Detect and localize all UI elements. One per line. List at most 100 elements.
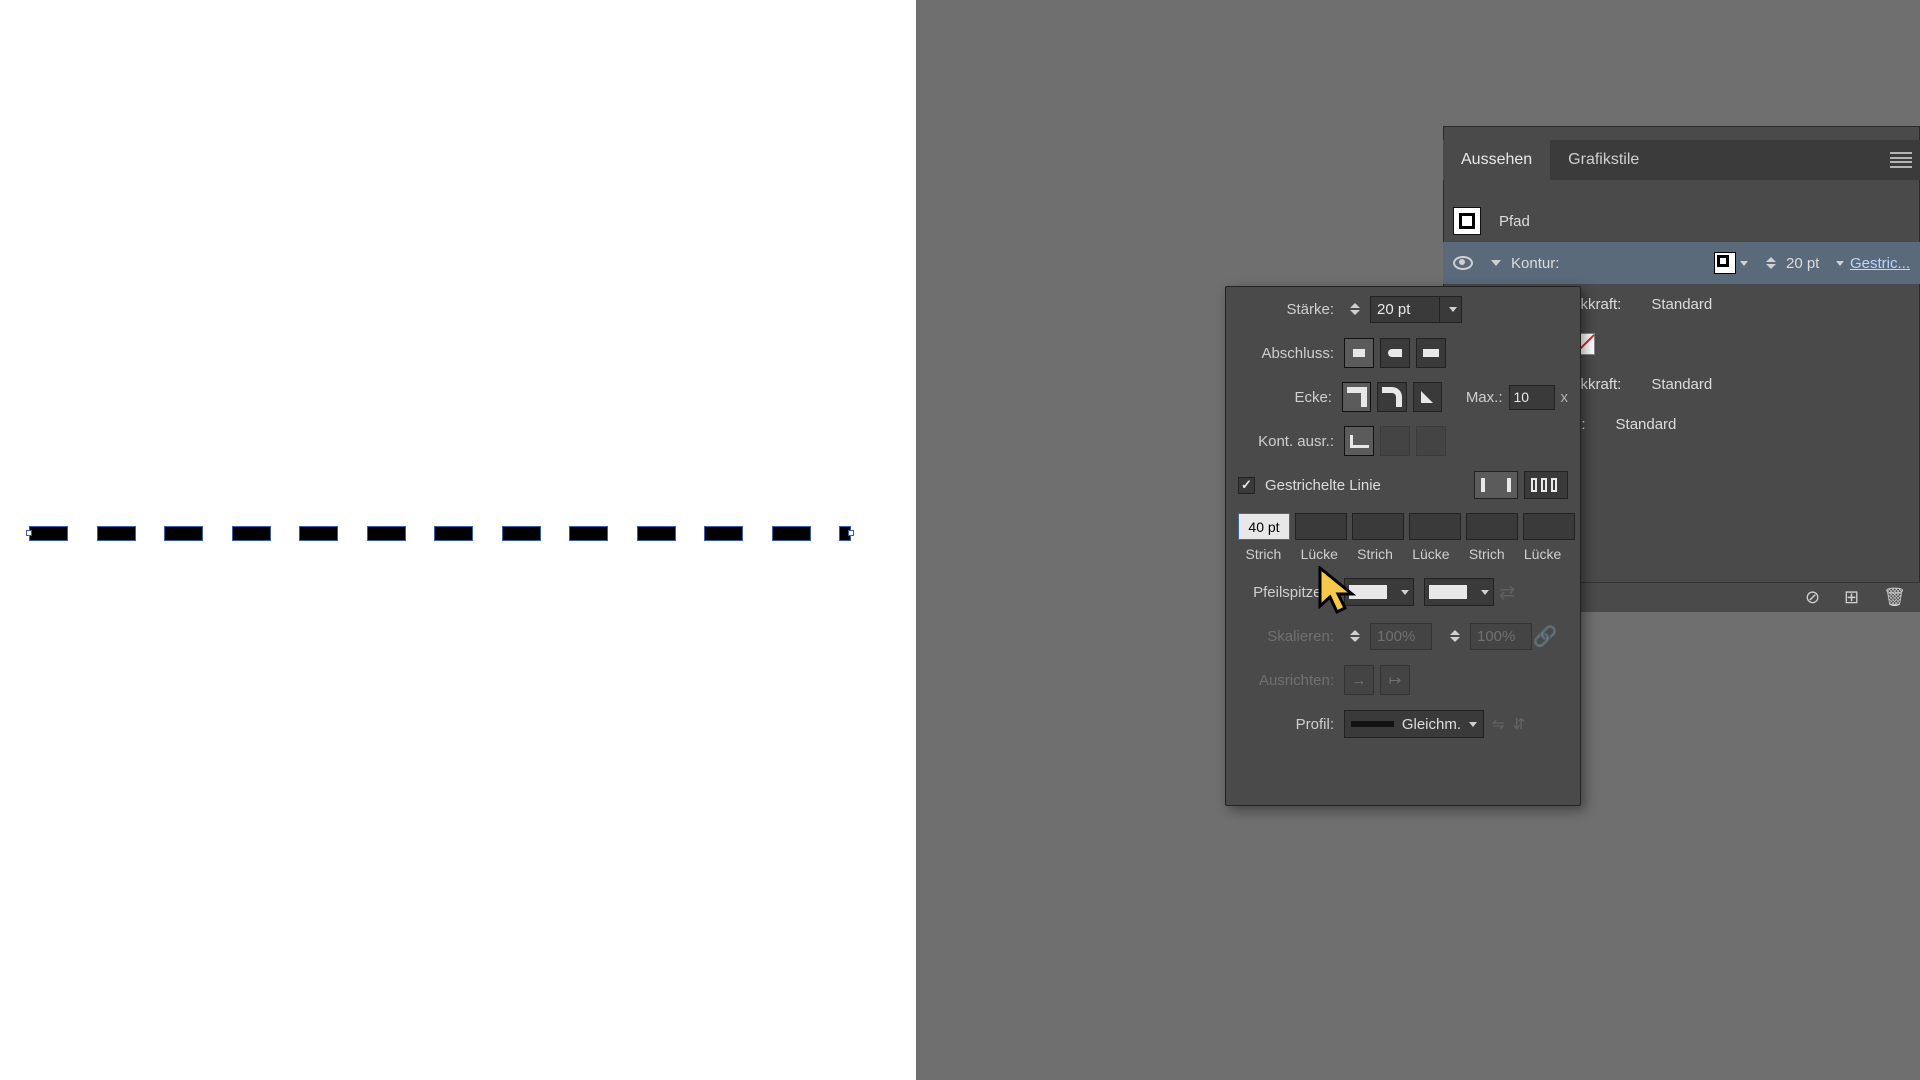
dashed-line-object[interactable]: [30, 524, 862, 542]
dash-pattern-inputs: [1226, 507, 1580, 546]
dash-segment: [570, 527, 607, 540]
align-stroke-inside-button[interactable]: [1380, 426, 1410, 456]
dash-input-1[interactable]: [1238, 513, 1290, 540]
dash-segment: [368, 527, 405, 540]
dash-segment: [30, 527, 67, 540]
link-scale-icon: 🔗: [1532, 623, 1558, 649]
dash-label: Strich: [1461, 546, 1512, 562]
arrow-align-label: Ausrichten:: [1238, 672, 1344, 689]
visibility-icon[interactable]: [1453, 256, 1473, 270]
corner-miter-button[interactable]: [1342, 382, 1371, 412]
dash-input-3[interactable]: [1466, 513, 1518, 540]
object-type-label: Pfad: [1499, 213, 1530, 230]
scale-start-input: [1370, 623, 1432, 650]
arrow-align-extend-button: →: [1344, 665, 1374, 695]
delete-icon[interactable]: 🗑: [1883, 587, 1906, 608]
profile-label: Profil:: [1238, 716, 1344, 733]
gap-input-1[interactable]: [1295, 513, 1347, 540]
profile-row: Profil: Gleichm. ⇋ ⇵: [1226, 702, 1580, 746]
gap-label: Lücke: [1405, 546, 1456, 562]
align-stroke-outside-button[interactable]: [1416, 426, 1446, 456]
corner-bevel-button[interactable]: [1413, 382, 1442, 412]
arrowhead-align-row: Ausrichten: → ↦: [1226, 658, 1580, 702]
scale-end-input: [1470, 623, 1532, 650]
dash-segment: [165, 527, 202, 540]
align-stroke-row: Kont. ausr.:: [1226, 419, 1580, 463]
stroke-options-panel: Stärke: Abschluss: Ecke: Max.: x Kont. a…: [1225, 286, 1581, 806]
stroke-dashed-link[interactable]: Gestric...: [1850, 255, 1910, 272]
gap-label: Lücke: [1294, 546, 1345, 562]
profile-dropdown[interactable]: Gleichm.: [1344, 710, 1484, 738]
cap-projecting-button[interactable]: [1416, 338, 1446, 368]
weight-label: Stärke:: [1238, 301, 1344, 318]
tab-aussehen[interactable]: Aussehen: [1443, 140, 1550, 180]
object-thumb-icon: [1453, 207, 1481, 235]
gap-label: Lücke: [1517, 546, 1568, 562]
arrowhead-start-dropdown[interactable]: [1344, 578, 1414, 606]
dash-label: Strich: [1350, 546, 1401, 562]
stroke-color-swatch[interactable]: [1714, 252, 1736, 274]
dashed-line-row: Gestrichelte Linie: [1226, 463, 1580, 507]
weight-stepper[interactable]: [1350, 303, 1364, 315]
stroke-attribute-row[interactable]: Kontur: 20 pt Gestric...: [1443, 242, 1920, 284]
opacity-value[interactable]: Standard: [1651, 376, 1712, 393]
gap-input-3[interactable]: [1523, 513, 1575, 540]
opacity-value[interactable]: Standard: [1651, 296, 1712, 313]
stroke-weight-value[interactable]: 20 pt: [1786, 255, 1832, 272]
arrow-align-tip-button: ↦: [1380, 665, 1410, 695]
dash-pattern-labels: Strich Lücke Strich Lücke Strich Lücke: [1226, 546, 1580, 570]
dashed-line-checkbox[interactable]: [1238, 477, 1255, 494]
dash-segment: [435, 527, 472, 540]
weight-stepper[interactable]: [1766, 257, 1780, 269]
dash-segment: [638, 527, 675, 540]
chevron-down-icon[interactable]: [1740, 261, 1748, 266]
panel-menu-icon[interactable]: [1890, 152, 1912, 168]
cap-butt-button[interactable]: [1344, 338, 1374, 368]
align-stroke-center-button[interactable]: [1344, 426, 1374, 456]
scale-label: Skalieren:: [1238, 628, 1344, 645]
swap-arrowheads-icon[interactable]: ⇄: [1494, 579, 1520, 605]
gap-input-2[interactable]: [1409, 513, 1461, 540]
expand-icon[interactable]: [1491, 260, 1501, 266]
add-appearance-icon[interactable]: ⊞: [1844, 587, 1859, 608]
arrowheads-row: Pfeilspitzen: ⇄: [1226, 570, 1580, 614]
fx-disabled-icon: ⊘: [1805, 587, 1820, 608]
miter-limit-input[interactable]: [1509, 385, 1555, 410]
canvas[interactable]: [0, 0, 916, 1080]
profile-value: Gleichm.: [1402, 716, 1461, 733]
dash-segment: [840, 527, 850, 540]
dash-segment: [98, 527, 135, 540]
dash-align-preserve-button[interactable]: [1474, 471, 1518, 499]
align-stroke-label: Kont. ausr.:: [1238, 433, 1344, 450]
appearance-panel-tabs: Aussehen Grafikstile: [1443, 140, 1920, 180]
miter-limit-label: Max.:: [1466, 389, 1509, 406]
dash-segment: [773, 527, 810, 540]
flip-vertical-icon: ⇵: [1513, 715, 1526, 733]
weight-field[interactable]: [1377, 301, 1425, 318]
arrowhead-scale-row: Skalieren: 🔗: [1226, 614, 1580, 658]
dashed-line-label: Gestrichelte Linie: [1265, 477, 1381, 494]
chevron-down-icon[interactable]: [1836, 261, 1844, 266]
dash-align-corners-button[interactable]: [1524, 471, 1568, 499]
arrowhead-end-dropdown[interactable]: [1424, 578, 1494, 606]
dash-segment: [705, 527, 742, 540]
caps-label: Abschluss:: [1238, 345, 1344, 362]
weight-dropdown[interactable]: [1440, 296, 1462, 323]
scale-stepper: [1350, 630, 1364, 642]
stroke-weight-row: Stärke:: [1226, 287, 1580, 331]
opacity-value[interactable]: Standard: [1616, 416, 1677, 433]
miter-x-label: x: [1561, 389, 1569, 406]
caps-row: Abschluss:: [1226, 331, 1580, 375]
corner-row: Ecke: Max.: x: [1226, 375, 1580, 419]
corner-round-button[interactable]: [1377, 382, 1406, 412]
dash-segment: [300, 527, 337, 540]
dash-segment: [233, 527, 270, 540]
cap-round-button[interactable]: [1380, 338, 1410, 368]
dash-label: Strich: [1238, 546, 1289, 562]
weight-input[interactable]: [1370, 296, 1440, 323]
scale-stepper: [1450, 630, 1464, 642]
flip-horizontal-icon: ⇋: [1492, 715, 1505, 733]
tab-grafikstile[interactable]: Grafikstile: [1550, 140, 1657, 180]
dash-input-2[interactable]: [1352, 513, 1404, 540]
stroke-label: Kontur:: [1511, 255, 1559, 272]
